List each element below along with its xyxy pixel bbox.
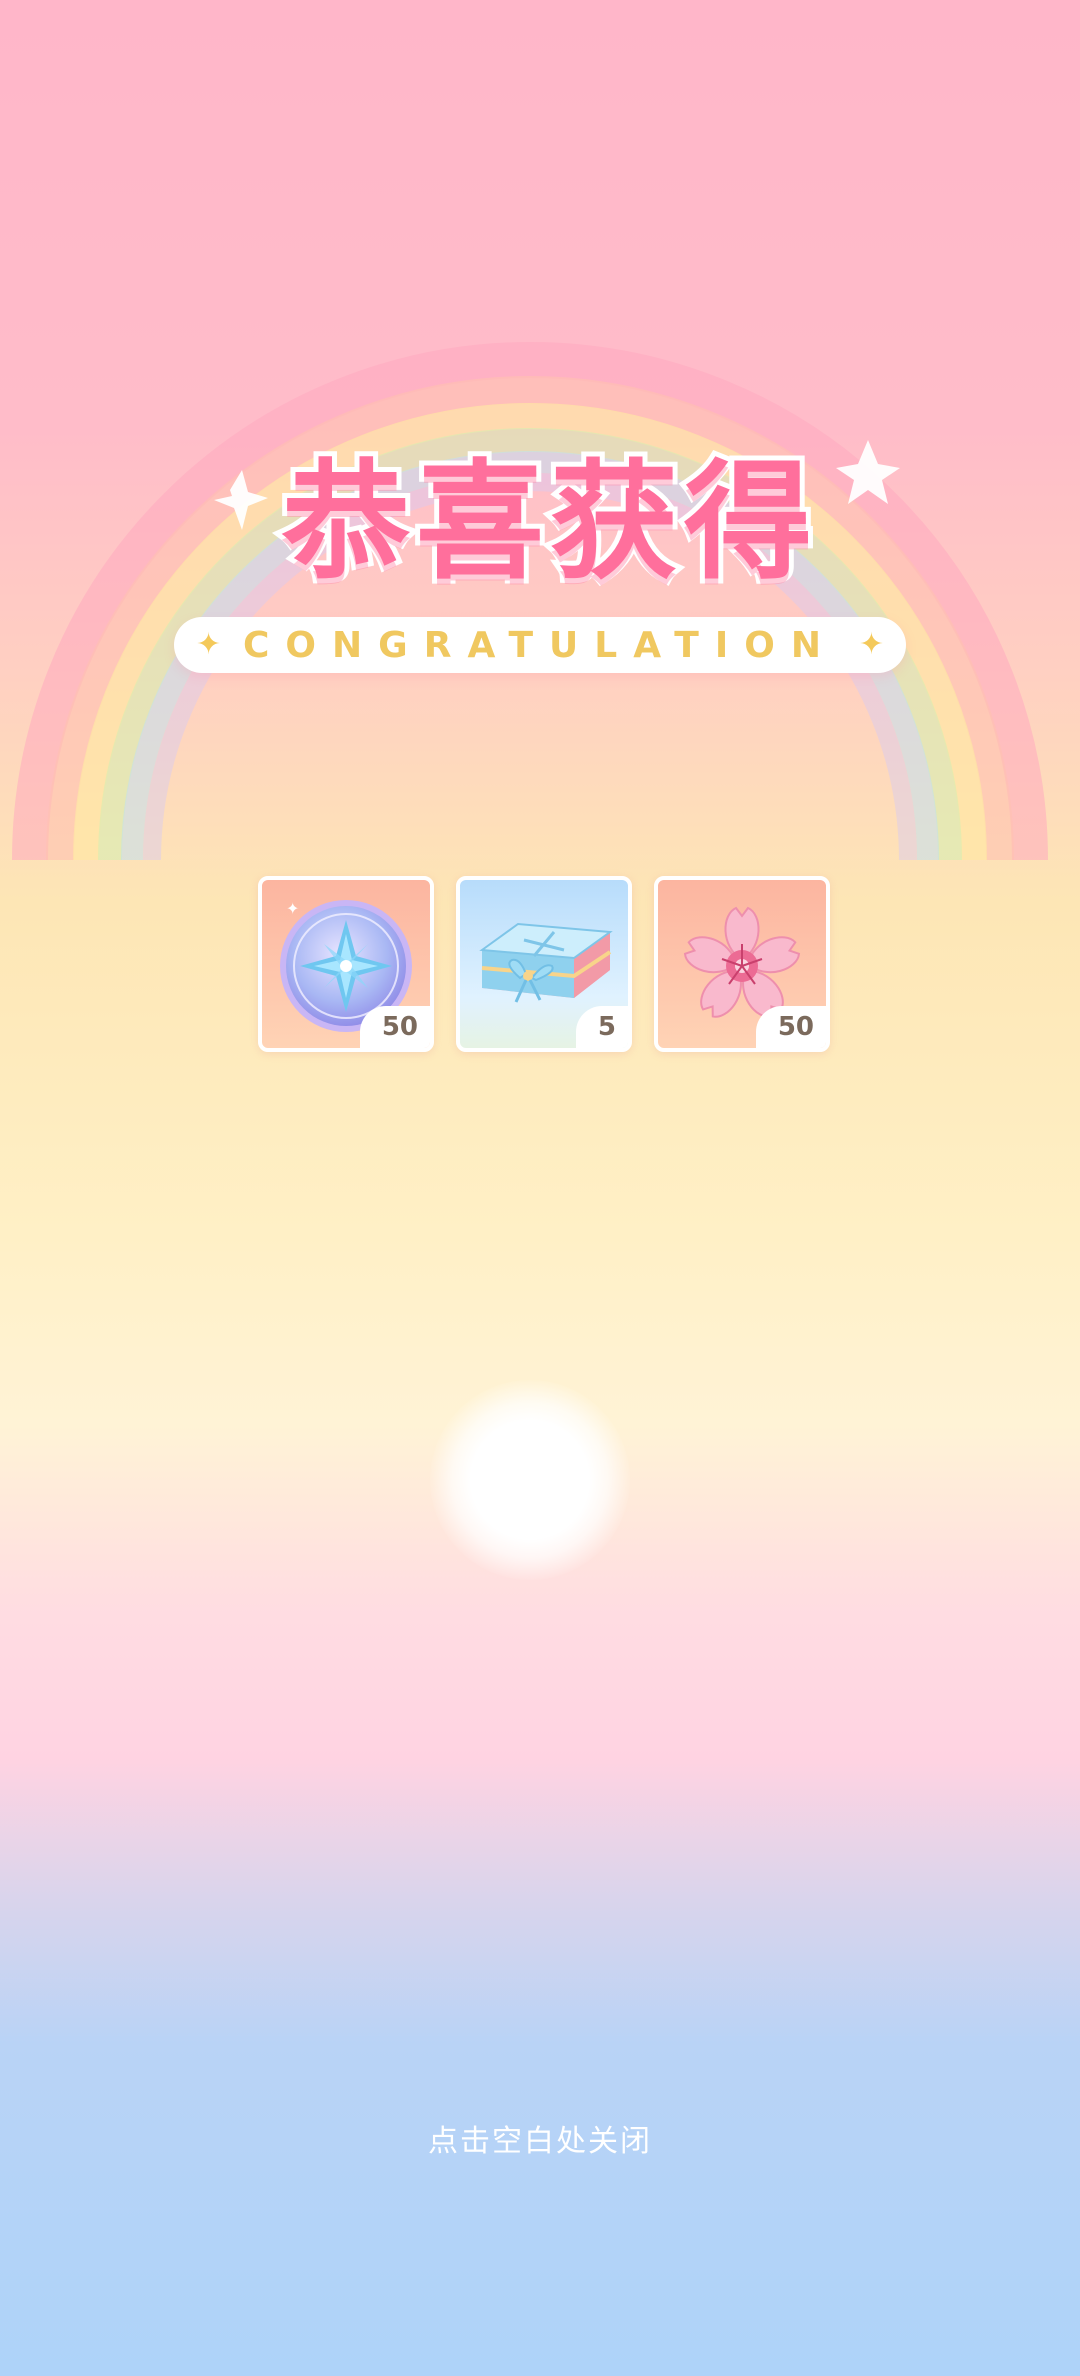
glow-orb bbox=[430, 1380, 630, 1580]
reward-list: ✦ 50 5 50 bbox=[258, 876, 830, 1052]
reward-item-sakura[interactable]: 50 bbox=[654, 876, 830, 1052]
congratulation-bar: ✦ CONGRATULATION ✦ bbox=[174, 617, 906, 673]
close-hint[interactable]: 点击空白处关闭 bbox=[0, 2116, 1080, 2160]
reward-item-star-coin[interactable]: ✦ 50 bbox=[258, 876, 434, 1052]
reward-quantity: 5 bbox=[575, 1006, 628, 1048]
title-text: 恭喜获得 bbox=[277, 443, 818, 602]
congratulation-text: CONGRATULATION bbox=[243, 624, 837, 666]
sparkle-left-icon: ✦ bbox=[196, 627, 222, 662]
sparkle-right-icon: ✦ bbox=[858, 627, 884, 662]
reward-quantity: 50 bbox=[755, 1006, 826, 1048]
title-banner: 恭喜获得 bbox=[200, 420, 900, 602]
reward-item-gift-box[interactable]: 5 bbox=[456, 876, 632, 1052]
svg-text:✦: ✦ bbox=[286, 899, 299, 918]
reward-quantity: 50 bbox=[359, 1006, 430, 1048]
